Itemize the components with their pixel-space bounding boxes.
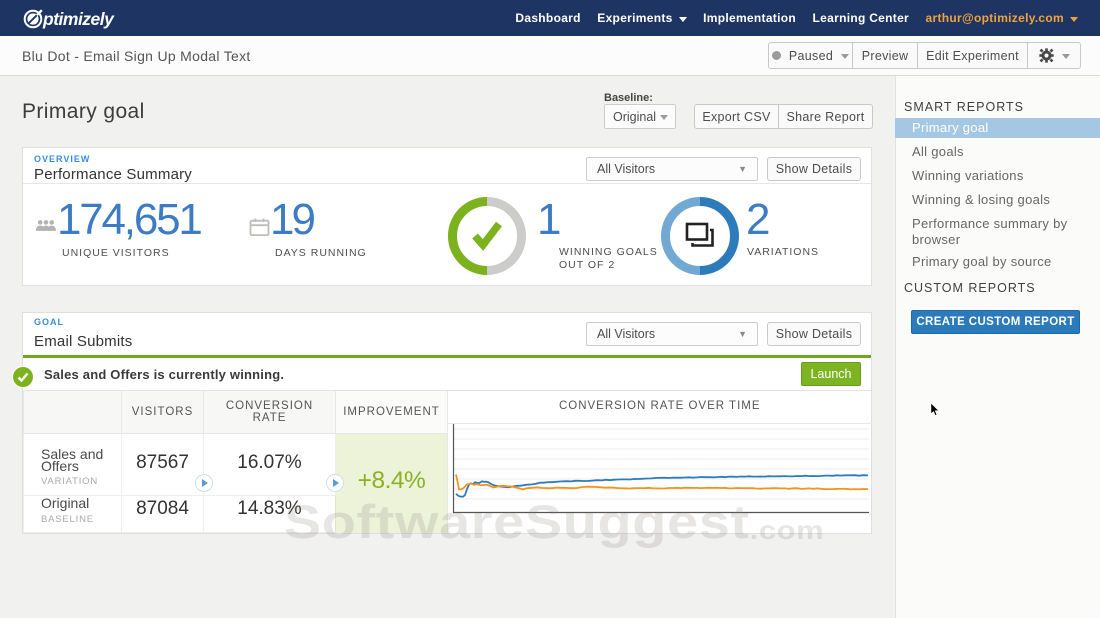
- svg-text:ptimizely: ptimizely: [42, 9, 115, 29]
